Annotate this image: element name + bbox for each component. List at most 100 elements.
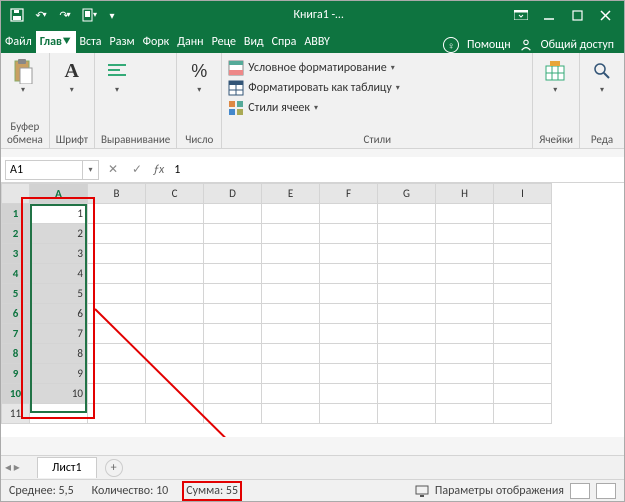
conditional-formatting-button[interactable]: Условное форматирование▾ (228, 59, 394, 77)
cell[interactable] (494, 244, 552, 264)
close-icon[interactable] (592, 5, 618, 25)
cell[interactable] (88, 344, 146, 364)
cell[interactable] (262, 384, 320, 404)
cell[interactable] (88, 204, 146, 224)
cell[interactable] (204, 304, 262, 324)
cell[interactable] (436, 344, 494, 364)
cell[interactable] (494, 364, 552, 384)
cell[interactable] (30, 404, 88, 424)
row-header[interactable]: 4 (2, 264, 30, 284)
add-sheet-button[interactable]: + (105, 459, 123, 477)
maximize-icon[interactable] (564, 5, 590, 25)
cell[interactable]: 5 (30, 284, 88, 304)
cell[interactable] (88, 264, 146, 284)
cell[interactable] (494, 204, 552, 224)
tab-view[interactable]: Вид (240, 31, 268, 53)
number-button[interactable]: % ▾ (183, 57, 215, 97)
cell[interactable] (204, 264, 262, 284)
tab-abbyy[interactable]: ABBY (300, 31, 334, 53)
row-header[interactable]: 7 (2, 324, 30, 344)
col-header-e[interactable]: E (262, 184, 320, 204)
cell[interactable] (436, 384, 494, 404)
cell[interactable] (436, 404, 494, 424)
lightbulb-icon[interactable]: ♀ (443, 37, 459, 53)
cell[interactable] (204, 284, 262, 304)
cell[interactable] (146, 364, 204, 384)
name-box[interactable]: A1 (5, 160, 83, 180)
row-header[interactable]: 3 (2, 244, 30, 264)
fx-icon[interactable]: ƒx (153, 163, 164, 177)
cell[interactable] (262, 204, 320, 224)
cell[interactable] (320, 364, 378, 384)
cell[interactable] (320, 404, 378, 424)
cell[interactable] (146, 224, 204, 244)
cell[interactable] (204, 384, 262, 404)
cell[interactable] (262, 364, 320, 384)
cell[interactable] (494, 264, 552, 284)
col-header-g[interactable]: G (378, 184, 436, 204)
cell[interactable] (436, 304, 494, 324)
cell[interactable] (436, 264, 494, 284)
row-header[interactable]: 10 (2, 384, 30, 404)
cell[interactable]: 10 (30, 384, 88, 404)
cell[interactable] (494, 344, 552, 364)
cell[interactable] (262, 324, 320, 344)
cell[interactable] (146, 284, 204, 304)
cell[interactable] (320, 324, 378, 344)
cell[interactable] (204, 344, 262, 364)
sheet-nav[interactable]: ◂ ▸ (5, 460, 20, 475)
cell[interactable] (494, 404, 552, 424)
paste-button[interactable]: ▾ (7, 57, 39, 97)
col-header-h[interactable]: H (436, 184, 494, 204)
cell[interactable] (320, 344, 378, 364)
row-header[interactable]: 9 (2, 364, 30, 384)
display-settings-label[interactable]: Параметры отображения (435, 484, 564, 498)
cell[interactable]: 3 (30, 244, 88, 264)
row-header[interactable]: 5 (2, 284, 30, 304)
cell[interactable] (262, 304, 320, 324)
cell[interactable] (378, 364, 436, 384)
cell[interactable] (88, 244, 146, 264)
alignment-button[interactable]: ▾ (101, 57, 133, 97)
minimize-icon[interactable] (536, 5, 562, 25)
cells-button[interactable]: ▾ (539, 57, 571, 97)
cell[interactable] (320, 224, 378, 244)
cell[interactable] (88, 304, 146, 324)
cell[interactable] (378, 344, 436, 364)
cell-styles-button[interactable]: Стили ячеек▾ (228, 99, 318, 117)
cell[interactable] (378, 204, 436, 224)
cell[interactable] (436, 244, 494, 264)
redo-icon[interactable]: ↷▾ (55, 5, 75, 25)
col-header-c[interactable]: C (146, 184, 204, 204)
cell[interactable] (204, 404, 262, 424)
cell[interactable]: 6 (30, 304, 88, 324)
cell[interactable] (146, 404, 204, 424)
cell[interactable] (262, 264, 320, 284)
cell[interactable] (146, 264, 204, 284)
cell[interactable]: 9 (30, 364, 88, 384)
cell[interactable]: 7 (30, 324, 88, 344)
cell[interactable] (436, 284, 494, 304)
font-button[interactable]: A ▾ (56, 57, 88, 97)
cell[interactable]: 8 (30, 344, 88, 364)
row-header[interactable]: 6 (2, 304, 30, 324)
cell[interactable] (88, 404, 146, 424)
cell[interactable] (88, 224, 146, 244)
cell[interactable] (378, 264, 436, 284)
cell[interactable] (262, 404, 320, 424)
cell[interactable] (320, 204, 378, 224)
display-settings-icon[interactable] (415, 485, 429, 497)
cell[interactable] (378, 304, 436, 324)
cell[interactable] (204, 364, 262, 384)
cell[interactable] (320, 244, 378, 264)
cell[interactable] (146, 324, 204, 344)
cell[interactable] (494, 284, 552, 304)
cell[interactable] (436, 324, 494, 344)
tab-formulas[interactable]: Форк (139, 31, 174, 53)
enter-formula-icon[interactable]: ✓ (127, 160, 147, 180)
cell[interactable] (204, 224, 262, 244)
cell[interactable] (436, 224, 494, 244)
col-header-i[interactable]: I (494, 184, 552, 204)
tell-me-label[interactable]: Помощн (467, 38, 511, 52)
row-header[interactable]: 1 (2, 204, 30, 224)
